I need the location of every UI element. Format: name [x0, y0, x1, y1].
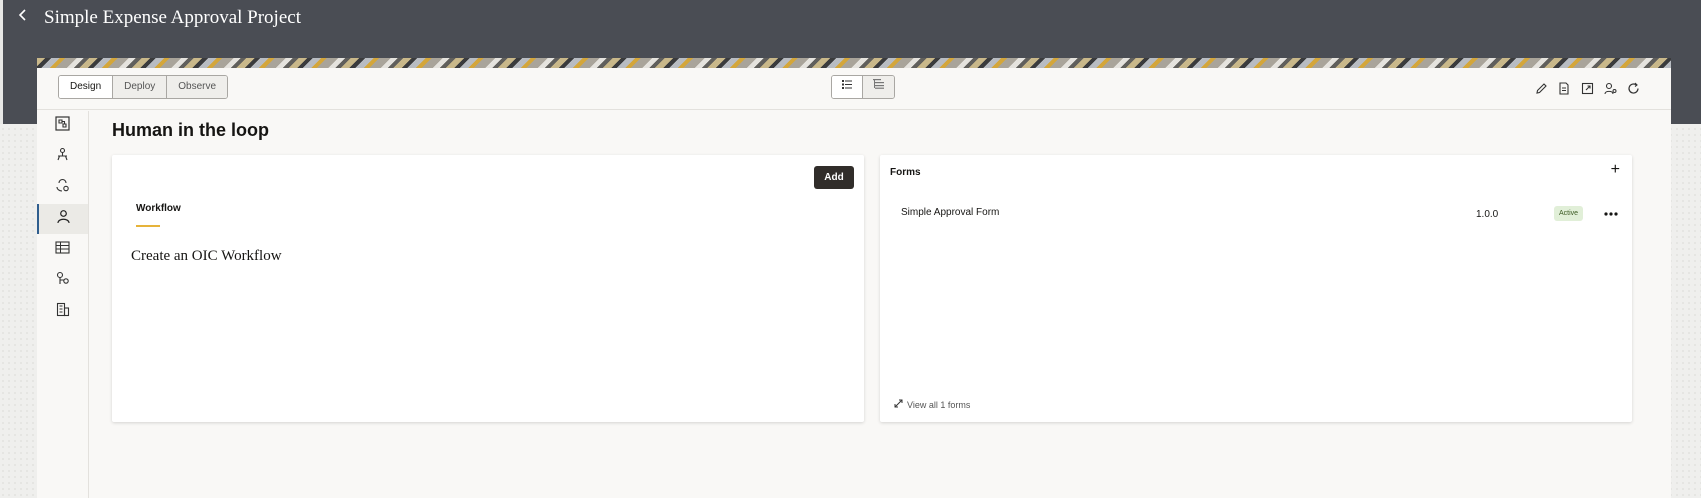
sidebar-item-tables[interactable] [37, 235, 88, 265]
tab-observe[interactable]: Observe [167, 76, 228, 98]
user-settings-icon[interactable] [1602, 80, 1618, 96]
sidebar-item-human-in-the-loop[interactable] [37, 204, 88, 234]
sidebar-item-connections[interactable] [37, 142, 88, 172]
table-icon [55, 241, 70, 259]
sidebar-item-libraries[interactable] [37, 266, 88, 296]
connections-icon [55, 147, 70, 167]
workflow-card: Add Workflow Create an OIC Workflow [112, 155, 864, 422]
integrations-icon [55, 116, 70, 136]
forms-card: Forms + Simple Approval Form 1.0.0 Activ… [880, 155, 1632, 422]
toolbar-actions [1533, 80, 1641, 96]
mode-switcher: Design Deploy Observe [58, 75, 229, 99]
forms-title: Forms [890, 167, 921, 178]
libraries-icon [55, 271, 70, 291]
add-button[interactable]: Add [814, 166, 854, 189]
more-actions-button[interactable] [1602, 203, 1620, 221]
more-horizontal-icon [1604, 203, 1618, 221]
human-in-the-loop-icon [56, 209, 71, 229]
lookups-icon [55, 178, 70, 198]
sidebar-item-lookups[interactable] [37, 173, 88, 203]
header-edge [0, 0, 3, 124]
workflow-empty-message: Create an OIC Workflow [131, 248, 282, 264]
form-name[interactable]: Simple Approval Form [901, 207, 999, 218]
decorative-banner [37, 58, 1671, 68]
view-all-label: View all 1 forms [907, 399, 971, 410]
sidebar-item-organization[interactable] [37, 297, 88, 327]
list-view-button[interactable] [832, 76, 863, 98]
back-button[interactable] [12, 6, 34, 28]
tree-view-icon [873, 76, 884, 98]
tab-underline [136, 225, 160, 227]
page-title: Human in the loop [112, 120, 269, 140]
tab-design[interactable]: Design [59, 76, 114, 98]
building-icon [56, 302, 70, 322]
project-toolbar: Design Deploy Observe [37, 68, 1671, 110]
list-item[interactable]: Simple Approval Form 1.0.0 Active [880, 197, 1632, 229]
expand-icon [894, 399, 903, 410]
view-all-forms-link[interactable]: View all 1 forms [894, 399, 970, 410]
side-navigation [37, 111, 89, 498]
tab-deploy[interactable]: Deploy [113, 76, 168, 98]
chevron-left-icon [18, 8, 28, 26]
refresh-icon[interactable] [1625, 80, 1641, 96]
app-title: Simple Expense Approval Project [44, 7, 301, 28]
export-icon[interactable] [1579, 80, 1595, 96]
pencil-icon[interactable] [1533, 80, 1549, 96]
tree-view-button[interactable] [863, 76, 894, 98]
document-icon[interactable] [1556, 80, 1572, 96]
tab-workflow[interactable]: Workflow [136, 203, 181, 214]
status-badge: Active [1554, 206, 1584, 221]
add-form-button[interactable]: + [1611, 162, 1620, 178]
list-view-icon [842, 76, 852, 98]
form-version: 1.0.0 [1476, 209, 1499, 220]
main-panel: Design Deploy Observe Human in the loop … [37, 68, 1671, 498]
sidebar-item-integrations[interactable] [37, 111, 88, 141]
view-switcher [831, 75, 895, 99]
